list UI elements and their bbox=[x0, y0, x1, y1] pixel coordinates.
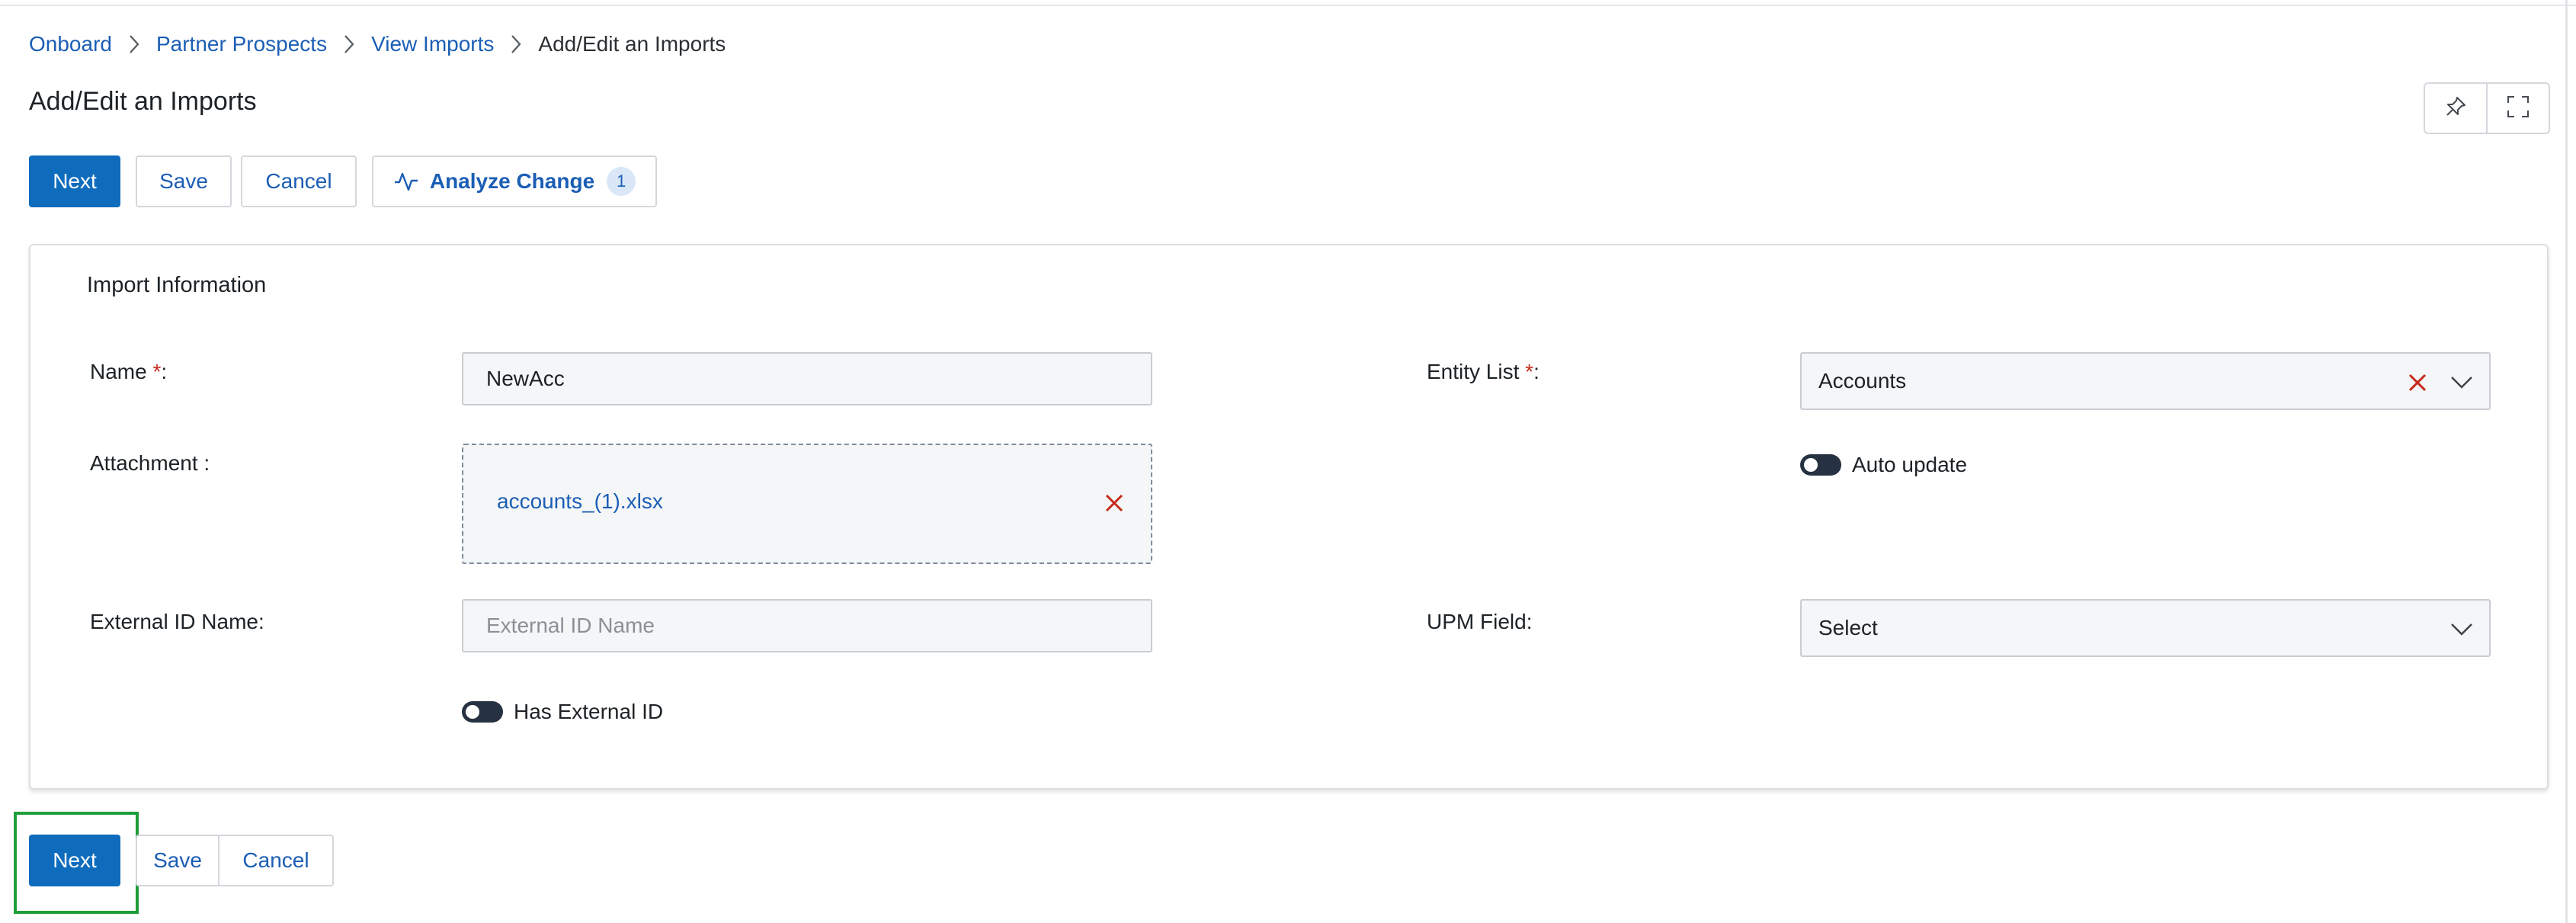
cancel-button-bottom[interactable]: Cancel bbox=[218, 835, 334, 886]
entity-list-label-text: Entity List bbox=[1427, 360, 1520, 383]
save-button-top[interactable]: Save bbox=[136, 155, 232, 207]
external-id-name-label: External ID Name: bbox=[90, 610, 264, 633]
required-mark: * bbox=[152, 360, 162, 383]
pin-button[interactable] bbox=[2425, 84, 2486, 133]
required-mark: * bbox=[1525, 360, 1534, 383]
pin-icon bbox=[2444, 95, 2467, 122]
upm-field-label: UPM Field: bbox=[1427, 610, 1533, 633]
name-input[interactable]: NewAcc bbox=[462, 352, 1152, 405]
fullscreen-button[interactable] bbox=[2486, 84, 2549, 133]
next-button-bottom[interactable]: Next bbox=[29, 835, 120, 886]
breadcrumb-partner-prospects[interactable]: Partner Prospects bbox=[156, 32, 327, 56]
chevron-down-icon bbox=[2448, 617, 2475, 642]
fullscreen-icon bbox=[2506, 95, 2530, 123]
cancel-button-top[interactable]: Cancel bbox=[241, 155, 357, 207]
clear-icon[interactable] bbox=[2404, 369, 2431, 396]
auto-update-toggle-row: Auto update bbox=[1800, 453, 1967, 477]
top-frame-border bbox=[0, 0, 2576, 6]
upm-field-select[interactable]: Select bbox=[1800, 599, 2491, 657]
attachment-file-link[interactable]: accounts_(1).xlsx bbox=[497, 489, 663, 514]
remove-attachment-icon[interactable] bbox=[1101, 489, 1128, 517]
name-label: Name *: bbox=[90, 360, 167, 384]
breadcrumb: Onboard Partner Prospects View Imports A… bbox=[29, 29, 726, 59]
upm-field-value: Select bbox=[1818, 616, 1878, 639]
analyze-change-label: Analyze Change bbox=[429, 169, 595, 193]
section-title: Import Information bbox=[87, 273, 267, 297]
chevron-right-icon bbox=[494, 29, 538, 59]
next-button-top[interactable]: Next bbox=[29, 155, 120, 207]
analyze-change-count-badge: 1 bbox=[607, 167, 636, 196]
save-button-bottom[interactable]: Save bbox=[136, 835, 219, 886]
chevron-right-icon bbox=[327, 29, 371, 59]
name-label-text: Name bbox=[90, 360, 147, 383]
attachment-label: Attachment : bbox=[90, 451, 210, 475]
chevron-right-icon bbox=[112, 29, 156, 59]
attachment-dropzone[interactable]: accounts_(1).xlsx bbox=[462, 444, 1152, 564]
has-external-id-toggle-row: Has External ID bbox=[462, 700, 663, 724]
auto-update-label: Auto update bbox=[1852, 453, 1968, 476]
activity-icon bbox=[393, 170, 419, 193]
analyze-change-button[interactable]: Analyze Change 1 bbox=[372, 155, 657, 207]
breadcrumb-current: Add/Edit an Imports bbox=[538, 32, 726, 56]
auto-update-toggle[interactable] bbox=[1800, 454, 1841, 476]
name-label-colon: : bbox=[161, 360, 168, 383]
chevron-down-icon bbox=[2448, 370, 2475, 395]
import-information-panel: Import Information Name *: NewAcc Entity… bbox=[29, 244, 2549, 790]
entity-list-select[interactable]: Accounts bbox=[1800, 352, 2491, 410]
entity-list-label-colon: : bbox=[1533, 360, 1540, 383]
has-external-id-toggle[interactable] bbox=[462, 701, 503, 723]
breadcrumb-view-imports[interactable]: View Imports bbox=[371, 32, 494, 56]
entity-list-label: Entity List *: bbox=[1427, 360, 1540, 384]
has-external-id-label: Has External ID bbox=[514, 700, 664, 723]
breadcrumb-onboard[interactable]: Onboard bbox=[29, 32, 112, 56]
page-title: Add/Edit an Imports bbox=[29, 87, 257, 116]
external-id-name-input[interactable]: External ID Name bbox=[462, 599, 1152, 652]
right-scroll-edge bbox=[2565, 0, 2568, 923]
entity-list-value: Accounts bbox=[1818, 369, 1907, 393]
view-controls bbox=[2424, 82, 2550, 134]
